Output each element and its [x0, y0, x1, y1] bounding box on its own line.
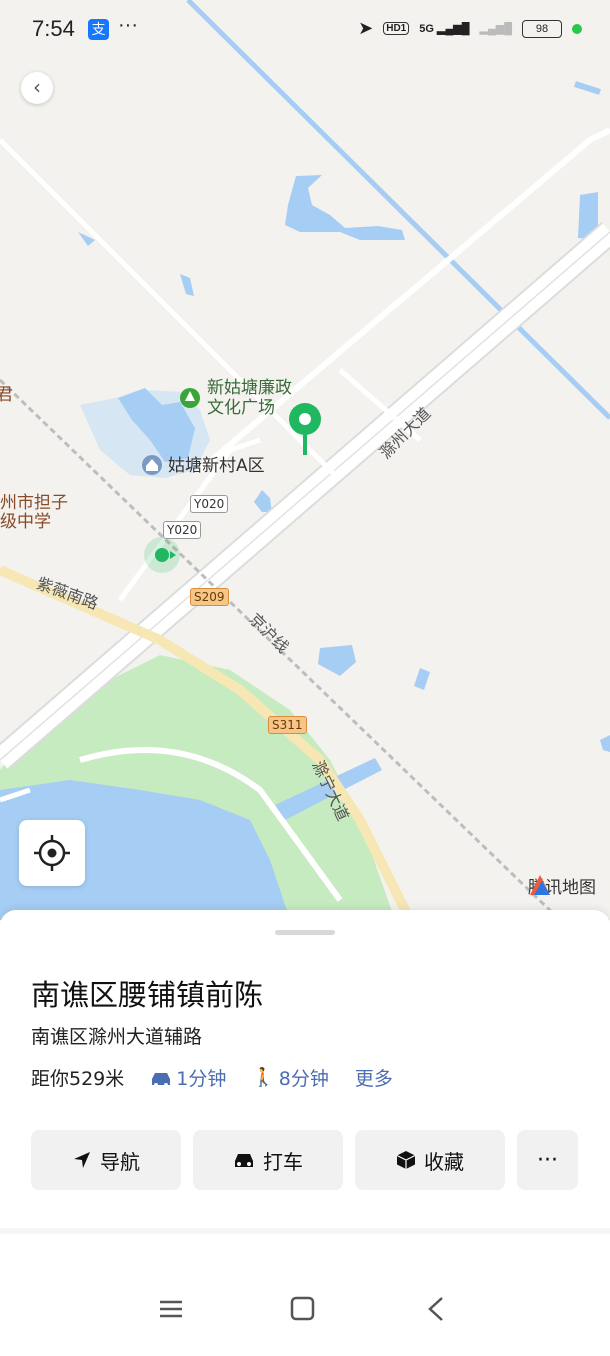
taxi-button[interactable]: 打车: [193, 1130, 343, 1190]
drag-handle[interactable]: [275, 930, 335, 935]
more-link[interactable]: 更多: [355, 1064, 393, 1091]
place-address: 南谯区滁州大道辅路: [31, 1026, 203, 1048]
status-bar: 7:54 支 ··· ➤ HD1 5G ▂▄▆█ ▂▄▆█ 98: [0, 0, 610, 60]
system-nav-bar: [0, 1280, 610, 1350]
walk-time[interactable]: 🚶 8分钟: [252, 1064, 329, 1091]
road-shield: Y020: [190, 495, 229, 513]
signal-icon-2: ▂▄▆█: [479, 23, 512, 35]
canal: [186, 0, 610, 420]
favorite-button[interactable]: 收藏: [355, 1130, 505, 1190]
box-icon: [396, 1151, 416, 1169]
more-actions-button[interactable]: ···: [517, 1130, 578, 1190]
battery-icon: 98: [522, 19, 562, 38]
place-title: 南谯区腰铺镇前陈: [31, 978, 264, 1012]
poi-school-label[interactable]: 州市担子 级中学: [0, 494, 68, 532]
walk-icon: 🚶: [252, 1067, 275, 1088]
car-icon: [152, 1072, 171, 1087]
pond: [180, 274, 194, 296]
navigate-arrow-icon: [74, 1152, 90, 1168]
road-shield: Y020: [163, 521, 202, 539]
water-bit: [574, 81, 601, 95]
hd-badge: HD1: [383, 22, 410, 35]
tencent-map-logo-icon: [530, 875, 550, 895]
destination-pin-icon: [289, 403, 321, 455]
pond: [600, 735, 610, 752]
pond: [254, 490, 272, 512]
status-time: 7:54: [32, 16, 75, 41]
map-view[interactable]: ‹ 新姑塘廉政 文化广场 姑塘新村A区 州市担子 级中学 君 滁州大道 紫薇南路…: [0, 0, 610, 920]
menu-nav-icon[interactable]: [158, 1296, 184, 1326]
alipay-icon: 支: [88, 19, 109, 40]
action-row: 导航 打车 收藏 ···: [31, 1130, 578, 1190]
road-shield: S311: [268, 716, 307, 734]
taxi-icon: [235, 1154, 253, 1167]
distance-text: 距你529米: [31, 1068, 125, 1090]
divider: [0, 1228, 610, 1234]
status-more: ···: [118, 14, 138, 36]
pond: [414, 668, 430, 690]
poi-village-label[interactable]: 姑塘新村A区: [168, 456, 265, 476]
crosshair-icon: [34, 835, 70, 871]
poi-edge-label: 君: [0, 385, 13, 405]
signal-icon: 5G ▂▄▆█: [419, 23, 470, 35]
drive-time[interactable]: 1分钟: [150, 1064, 226, 1091]
locate-me-button[interactable]: [19, 820, 85, 886]
back-button[interactable]: ‹: [21, 72, 53, 104]
pond: [285, 175, 405, 240]
poi-park-label[interactable]: 新姑塘廉政 文化广场: [207, 378, 292, 418]
navigate-button[interactable]: 导航: [31, 1130, 181, 1190]
tencent-map-logo: 腾讯地图: [528, 873, 596, 898]
map-canvas: [0, 0, 610, 920]
place-sheet[interactable]: 南谯区腰铺镇前陈 南谯区滁州大道辅路 距你529米 1分钟 🚶 8分钟 更多 导…: [0, 910, 610, 1228]
pond: [318, 645, 356, 676]
back-nav-icon[interactable]: [424, 1296, 450, 1326]
home-nav-icon[interactable]: [290, 1296, 316, 1326]
road-shield: S209: [190, 588, 229, 606]
current-location-icon: [144, 537, 180, 573]
green-dot-icon: [572, 23, 582, 34]
place-info-row: 距你529米 1分钟 🚶 8分钟 更多: [31, 1064, 393, 1091]
location-arrow-icon: ➤: [358, 18, 374, 38]
